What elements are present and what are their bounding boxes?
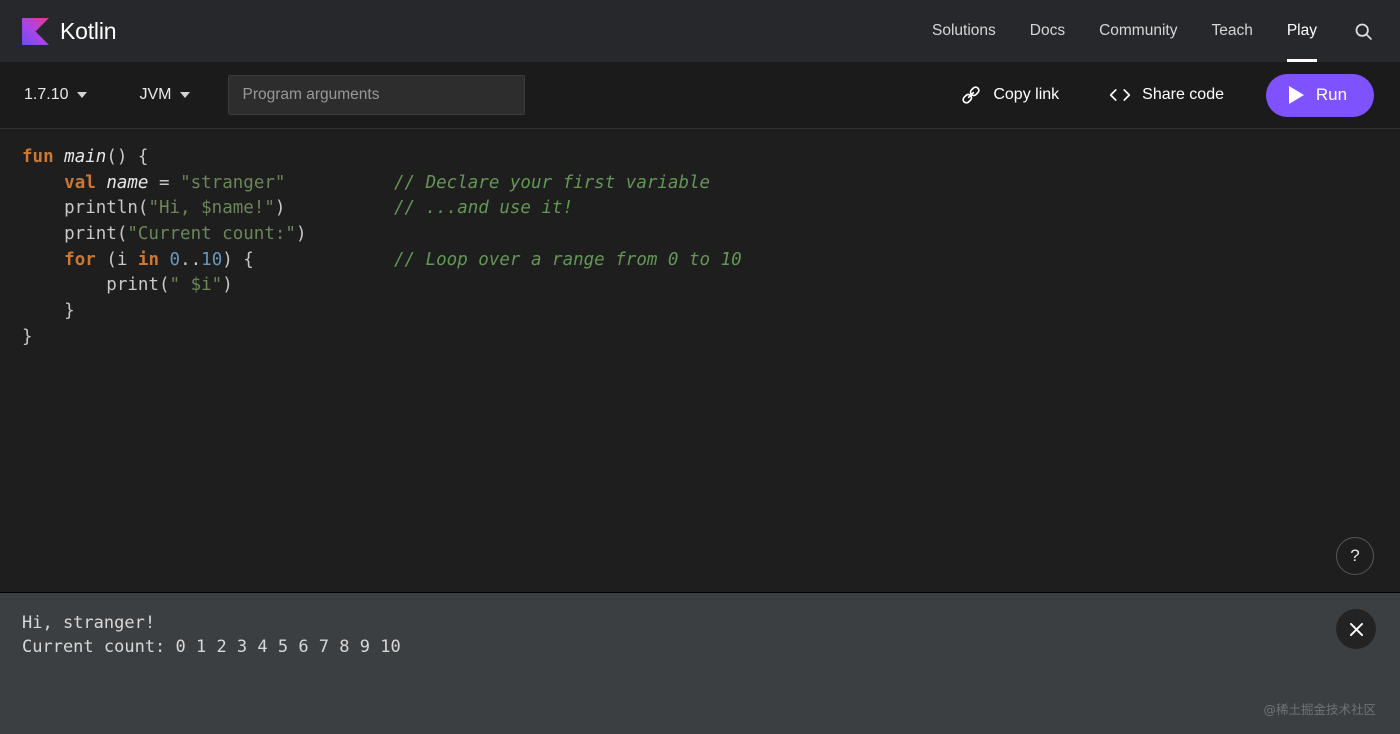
search-icon [1355,23,1372,40]
code-comment: // Declare your first variable [394,172,711,193]
nav-item-teach[interactable]: Teach [1194,0,1269,62]
code-line: } [22,299,1400,325]
site-header: Kotlin Solutions Docs Community Teach Pl… [0,0,1400,62]
code-token: name [106,172,149,193]
platform-select-value: JVM [139,86,172,103]
version-select[interactable]: 1.7.10 [22,80,89,110]
code-token: "Current count:" [127,224,296,245]
code-token: 0 [169,249,181,270]
search-button[interactable] [1334,0,1378,62]
code-line: print("Current count:") [22,222,1400,248]
link-icon [962,86,980,104]
code-token: } [22,326,33,347]
code-token: ) [295,224,307,245]
code-token: for [64,249,107,270]
code-token: "Hi, $name!" [148,198,275,219]
copy-link-button[interactable]: Copy link [946,76,1073,114]
code-comment: // Loop over a range from 0 to 10 [394,249,742,270]
nav-item-docs[interactable]: Docs [1013,0,1082,62]
brand-name: Kotlin [60,17,117,44]
nav-item-play[interactable]: Play [1270,0,1334,62]
close-icon [1349,622,1363,636]
code-token: println( [22,198,149,219]
code-line: } [22,325,1400,351]
code-line: print(" $i") [22,273,1400,299]
help-button[interactable]: ? [1336,537,1374,575]
code-line: fun main() { [22,145,1400,171]
code-token: = [148,172,181,193]
share-code-button[interactable]: Share code [1095,78,1238,112]
kotlin-playground-app: Kotlin Solutions Docs Community Teach Pl… [0,0,1400,734]
playground-toolbar: 1.7.10 JVM Copy link S [0,62,1400,129]
nav-item-community[interactable]: Community [1082,0,1194,62]
code-line: val name = "stranger" // Declare your fir… [22,171,1400,197]
toolbar-actions: Copy link Share code Run [946,73,1374,117]
output-panel: Hi, stranger! Current count: 0 1 2 3 4 5 … [0,592,1400,734]
code-line: println("Hi, $name!") // ...and use it! [22,196,1400,222]
platform-select[interactable]: JVM [137,80,192,110]
code-token: .. [180,249,202,270]
copy-link-label: Copy link [993,86,1060,103]
chevron-down-icon [180,92,191,98]
code-token: print( [22,224,128,245]
brand-logo-link[interactable]: Kotlin [22,17,117,45]
run-button-label: Run [1315,85,1348,104]
code-editor[interactable]: fun main() { val name = "stranger" // Dec… [0,129,1400,592]
nav-item-solutions[interactable]: Solutions [915,0,1013,62]
chevron-down-icon [77,92,88,98]
code-token: "stranger" [180,172,286,193]
code-token: () { [106,147,149,167]
code-token: ) [222,275,233,296]
close-output-button[interactable] [1336,609,1376,649]
code-token: } [22,301,75,322]
code-line: for (i in 0..10) { // Loop over a range f… [22,248,1400,274]
watermark: @稀土掘金技术社区 [1263,702,1376,717]
code-token: ) [274,198,286,219]
code-token: 10 [201,249,223,270]
program-arguments-input[interactable] [228,75,526,115]
run-button[interactable]: Run [1266,73,1374,117]
code-token: (i [106,249,138,270]
code-brackets-icon [1110,89,1131,101]
code-content[interactable]: fun main() { val name = "stranger" // Dec… [22,145,1400,351]
code-token: val [64,172,107,193]
main-nav: Solutions Docs Community Teach Play [915,0,1378,62]
code-token: in [137,249,170,270]
code-token: main [64,147,107,167]
code-token: " $i" [169,275,223,296]
code-comment: // ...and use it! [394,198,574,219]
share-code-label: Share code [1142,86,1224,103]
code-token: ) { [222,249,254,270]
output-text: Hi, stranger! Current count: 0 1 2 3 4 5 … [22,611,1400,659]
play-icon [1288,86,1304,104]
code-token: print( [22,275,170,296]
kotlin-logo-icon [22,17,49,45]
version-select-value: 1.7.10 [24,86,69,103]
output-line: Current count: 0 1 2 3 4 5 6 7 8 9 10 [22,637,401,657]
output-line: Hi, stranger! [22,613,156,633]
code-token: fun [22,147,65,167]
